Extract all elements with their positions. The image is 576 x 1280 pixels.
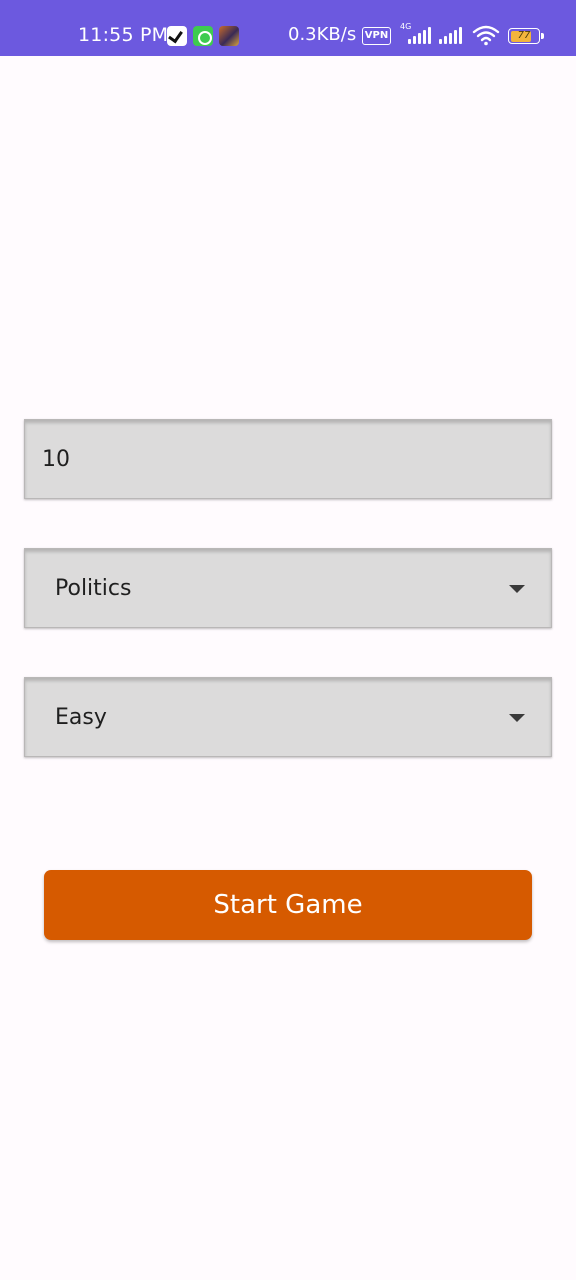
green-app-icon bbox=[193, 26, 213, 46]
status-bar: 11:55 PM 0.3KB/s VPN 4G 77 bbox=[0, 0, 576, 56]
game-app-icon bbox=[219, 26, 239, 46]
question-count-value: 10 bbox=[42, 447, 70, 472]
dropdown-arrow-icon[interactable] bbox=[509, 714, 525, 722]
status-time: 11:55 PM bbox=[78, 24, 169, 46]
difficulty-selected-value: Easy bbox=[55, 705, 107, 730]
dropdown-arrow-icon[interactable] bbox=[509, 585, 525, 593]
signal-icon-2 bbox=[437, 24, 471, 46]
start-game-button[interactable]: Start Game bbox=[44, 870, 532, 940]
signal-icon bbox=[398, 24, 432, 46]
vpn-icon: VPN bbox=[362, 27, 391, 45]
difficulty-dropdown[interactable]: Easy bbox=[24, 677, 552, 757]
category-dropdown[interactable]: Politics bbox=[24, 548, 552, 628]
v-app-icon bbox=[167, 26, 187, 46]
question-count-input[interactable]: 10 bbox=[24, 419, 552, 499]
battery-icon: 77 bbox=[508, 28, 544, 44]
network-speed: 0.3KB/s bbox=[288, 24, 357, 45]
battery-level: 77 bbox=[517, 30, 531, 41]
category-selected-value: Politics bbox=[55, 576, 132, 601]
wifi-icon bbox=[472, 25, 500, 46]
